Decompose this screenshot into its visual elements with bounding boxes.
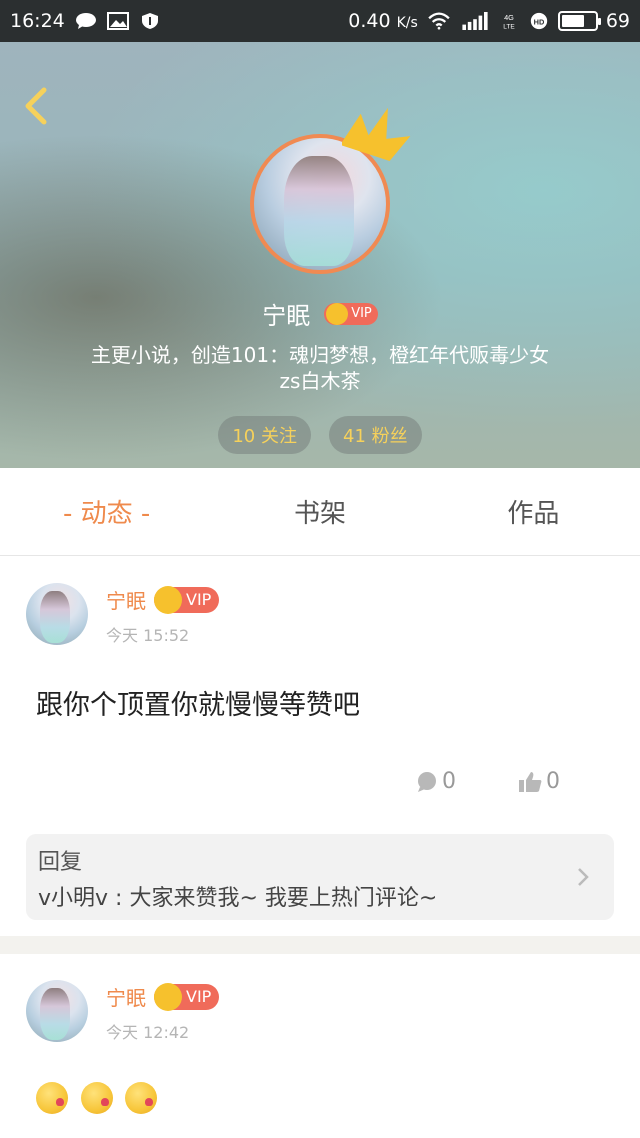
feed-post: 宁眠 VIP 今天 12:42: [0, 954, 640, 1138]
battery-icon: [557, 11, 601, 31]
hd-icon: HD: [530, 12, 547, 30]
following-button[interactable]: 10 关注: [218, 416, 311, 454]
like-button[interactable]: 0: [518, 769, 560, 794]
signal-icon: [462, 12, 488, 30]
comment-count: 0: [442, 769, 456, 794]
vip-badge: VIP: [154, 585, 220, 614]
profile-name: 宁眠: [262, 302, 311, 330]
comment-button[interactable]: 0: [416, 769, 456, 794]
post-time: 今天 12:42: [106, 1023, 190, 1042]
post-divider: [0, 936, 640, 954]
status-bar: 16:24 0.40 K/s 4G LTE HD 69: [0, 0, 640, 42]
vip-crown-icon: [154, 982, 182, 1011]
svg-text:LTE: LTE: [503, 23, 515, 30]
post-time: 今天 15:52: [106, 626, 190, 645]
reply-title: 回复: [38, 850, 83, 875]
tab-activity[interactable]: - 动态 -: [0, 468, 213, 555]
chat-icon: [75, 13, 96, 29]
vip-crown-icon: [154, 585, 182, 614]
followers-button[interactable]: 41 粉丝: [329, 416, 422, 454]
feed-post: 宁眠 VIP 今天 15:52 跟你个顶置你就慢慢等赞吧 0 0 回复 v小明v…: [0, 557, 640, 936]
comment-icon: [418, 771, 436, 792]
lte-icon: 4GLTE: [503, 13, 515, 30]
kiss-emoji-icon: [125, 1082, 158, 1114]
crown-icon: [342, 107, 411, 162]
post-author[interactable]: 宁眠: [106, 585, 146, 614]
post-author[interactable]: 宁眠: [106, 982, 146, 1011]
avatar[interactable]: [26, 980, 88, 1042]
profile-bio: 主更小说，创造101：魂归梦想，橙红年代贩毒少女 zs白木茶: [90, 343, 550, 393]
vip-badge: VIP: [324, 302, 378, 325]
wifi-icon: [428, 12, 450, 30]
tab-works[interactable]: 作品: [427, 468, 640, 555]
profile-tabs: - 动态 - 书架 作品: [0, 468, 640, 556]
svg-text:4G: 4G: [504, 13, 514, 22]
profile-header: 宁眠 VIP 主更小说，创造101：魂归梦想，橙红年代贩毒少女 zs白木茶 10…: [0, 42, 640, 468]
like-count: 0: [546, 769, 560, 794]
shield-icon: [141, 13, 158, 29]
battery-level: 69: [605, 10, 630, 32]
network-speed: 0.40 K/s: [348, 10, 418, 32]
image-icon: [106, 12, 129, 30]
reply-text: v小明v : 大家来赞我~ 我要上热门评论~: [38, 886, 438, 911]
back-arrow-icon[interactable]: [18, 84, 54, 128]
svg-text:HD: HD: [533, 17, 544, 26]
chevron-right-icon: [578, 868, 589, 886]
avatar[interactable]: [26, 583, 88, 645]
tab-bookshelf[interactable]: 书架: [213, 468, 426, 555]
reply-preview[interactable]: 回复 v小明v : 大家来赞我~ 我要上热门评论~: [26, 834, 614, 920]
vip-badge: VIP: [154, 982, 220, 1011]
kiss-emoji-icon: [36, 1082, 68, 1114]
status-time: 16:24: [10, 10, 65, 32]
post-emojis: [36, 1082, 161, 1121]
kiss-emoji-icon: [80, 1082, 113, 1114]
thumbs-up-icon: [519, 771, 542, 792]
post-text: 跟你个顶置你就慢慢等赞吧: [36, 690, 360, 721]
vip-crown-icon: [326, 302, 349, 325]
